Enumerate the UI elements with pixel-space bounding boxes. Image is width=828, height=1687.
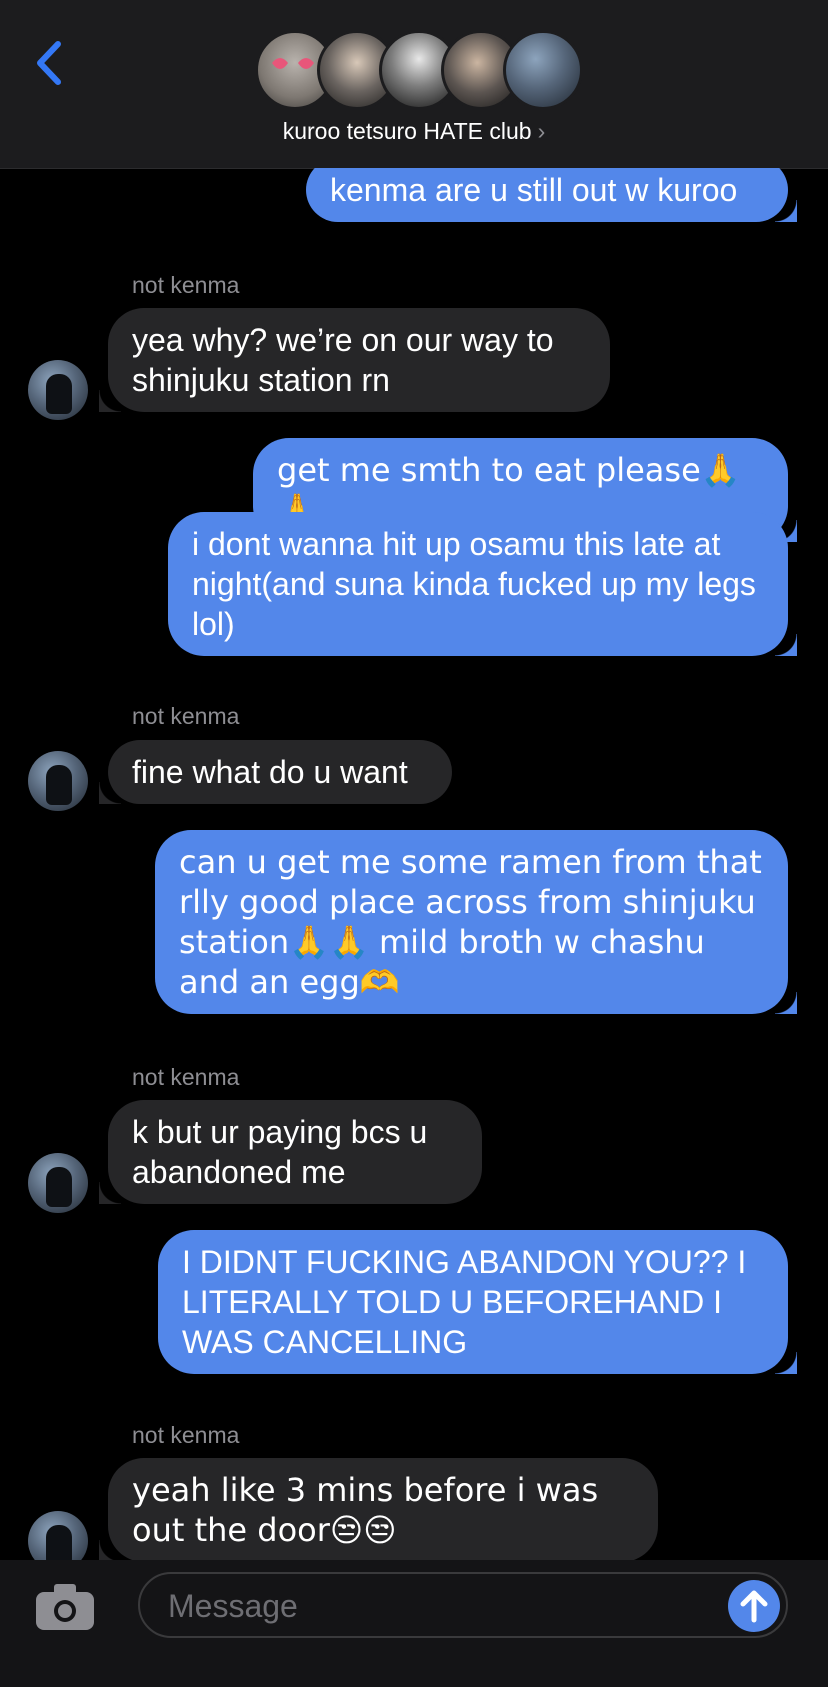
incoming-message[interactable]: fine what do u want: [99, 740, 452, 804]
incoming-message[interactable]: yeah like 3 mins before i was out the do…: [99, 1458, 658, 1560]
sender-name: not kenma: [132, 703, 240, 729]
sender-name: not kenma: [132, 1064, 240, 1090]
message-placeholder: Message: [168, 1588, 298, 1624]
outgoing-message[interactable]: kenma are u still out w kuroo: [306, 168, 797, 222]
incoming-message[interactable]: k but ur paying bcs u abandoned me: [99, 1100, 482, 1204]
compose-bar: Message: [0, 1560, 828, 1687]
message-list[interactable]: kenma are u still out w kuroo not kenma …: [0, 168, 828, 1560]
group-title[interactable]: kuroo tetsuro HATE club ›: [0, 118, 828, 145]
avatar: [503, 30, 583, 110]
avatar: [28, 1511, 88, 1560]
group-title-text: kuroo tetsuro HATE club: [282, 118, 532, 144]
outgoing-message[interactable]: can u get me some ramen from that rlly g…: [155, 830, 797, 1014]
group-avatars[interactable]: [255, 30, 583, 112]
outgoing-message[interactable]: I DIDNT FUCKING ABANDON YOU?? I LITERALL…: [158, 1230, 797, 1374]
message-input[interactable]: Message: [138, 1572, 788, 1638]
avatar: [28, 751, 88, 811]
sender-name: not kenma: [132, 1422, 240, 1448]
chevron-right-icon: ›: [537, 118, 546, 144]
camera-icon[interactable]: [34, 1582, 96, 1632]
sender-name: not kenma: [132, 272, 240, 298]
chevron-left-icon[interactable]: [30, 38, 70, 88]
outgoing-message[interactable]: i dont wanna hit up osamu this late at n…: [168, 512, 797, 656]
arrow-up-icon: [740, 1590, 768, 1623]
avatar: [28, 1153, 88, 1213]
send-button[interactable]: [728, 1580, 780, 1632]
conversation-header: kuroo tetsuro HATE club ›: [0, 0, 828, 169]
avatar: [28, 360, 88, 420]
incoming-message[interactable]: yea why? we’re on our way to shinjuku st…: [99, 308, 610, 412]
